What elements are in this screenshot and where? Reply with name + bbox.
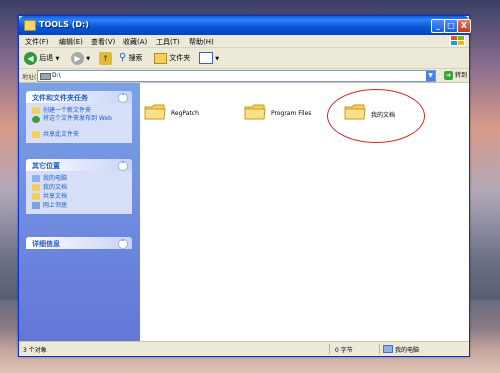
close-button[interactable]: X	[457, 19, 471, 33]
collapse-chevron-icon[interactable]: ˆ	[118, 161, 128, 171]
place-label: 我的文档	[43, 184, 68, 191]
minimize-button[interactable]: _	[431, 19, 445, 33]
computer-icon	[383, 345, 393, 353]
menu-bar: 文件(F) 编辑(E) 查看(V) 收藏(A) 工具(T) 帮助(H)	[19, 35, 469, 48]
toolbar: ◀ 后退 ▼ ▶ ▼ ↑ ⚲ 搜索 文件夹 ▼	[19, 48, 469, 69]
share-folder-icon	[32, 131, 40, 138]
task-label: 共享此文件夹	[43, 131, 80, 138]
folder-name: RegPatch	[171, 110, 199, 117]
documents-icon	[32, 184, 40, 191]
file-list: RegPatch Program Files 我的文档	[140, 83, 469, 349]
go-arrow-icon: ➜	[444, 71, 454, 80]
web-publish-icon	[32, 116, 40, 123]
place-label: 共享文档	[43, 193, 68, 200]
folders-label: 文件夹	[169, 54, 191, 62]
address-dropdown-icon[interactable]: ▼	[426, 71, 435, 81]
go-button[interactable]: ➜ 转到	[444, 70, 467, 81]
panel-title: 其它位置	[32, 162, 60, 170]
search-icon: ⚲	[119, 52, 127, 63]
drive-small-icon	[40, 73, 51, 80]
computer-icon	[32, 175, 40, 182]
menu-tools[interactable]: 工具(T)	[156, 37, 180, 47]
up-button[interactable]: ↑	[99, 51, 112, 65]
search-label: 搜索	[128, 54, 143, 62]
title-bar[interactable]: TOOLS (D:) _ □ X	[19, 16, 471, 35]
menu-edit[interactable]: 编辑(E)	[59, 37, 83, 47]
back-label: 后退	[39, 54, 54, 62]
place-my-computer[interactable]: 我的电脑	[32, 174, 128, 183]
shared-folder-icon	[32, 193, 40, 200]
back-dropdown-icon[interactable]: ▼	[55, 56, 59, 62]
file-folder-tasks-panel: 文件和文件夹任务 ˆ 创建一个新文件夹 将这个文件夹发布到 Web 共享此文件夹	[26, 91, 132, 143]
maximize-button[interactable]: □	[444, 19, 458, 33]
folders-icon	[154, 52, 167, 64]
folders-button[interactable]: 文件夹	[154, 51, 190, 65]
go-label: 转到	[454, 72, 467, 79]
panel-title: 文件和文件夹任务	[32, 94, 88, 102]
location-label: 我的电脑	[395, 347, 420, 354]
window-title: TOOLS (D:)	[39, 20, 89, 29]
status-bar: 3 个对象 0 字节 我的电脑	[19, 341, 469, 356]
network-icon	[32, 202, 40, 209]
panel-title: 详细信息	[32, 240, 60, 248]
views-button[interactable]: ▼	[199, 51, 219, 65]
task-publish-web[interactable]: 将这个文件夹发布到 Web	[32, 115, 128, 130]
explorer-window: TOOLS (D:) _ □ X 文件(F) 编辑(E) 查看(V) 收藏(A)…	[18, 15, 471, 357]
up-folder-icon: ↑	[99, 51, 112, 65]
task-pane: 文件和文件夹任务 ˆ 创建一个新文件夹 将这个文件夹发布到 Web 共享此文件夹	[19, 83, 140, 349]
details-panel: 详细信息 ˇ	[26, 237, 132, 249]
task-new-folder[interactable]: 创建一个新文件夹	[32, 106, 128, 115]
place-label: 网上邻居	[43, 202, 68, 209]
address-value: D:\	[52, 72, 61, 79]
task-label: 将这个文件夹发布到 Web	[43, 115, 112, 122]
forward-button[interactable]: ▶ ▼	[71, 51, 90, 65]
panel-header[interactable]: 文件和文件夹任务 ˆ	[26, 91, 132, 103]
object-count: 3 个对象	[23, 347, 47, 354]
menu-file[interactable]: 文件(F)	[25, 37, 49, 47]
views-icon	[199, 52, 213, 64]
place-my-documents[interactable]: 我的文档	[32, 183, 128, 192]
place-label: 我的电脑	[43, 175, 68, 182]
folder-icon	[244, 104, 266, 120]
collapse-chevron-icon[interactable]: ˆ	[118, 93, 128, 103]
address-bar: 地址(D) D:\ ▼ ➜ 转到	[19, 69, 469, 83]
expand-chevron-icon[interactable]: ˇ	[118, 239, 128, 249]
back-arrow-icon: ◀	[24, 51, 37, 65]
status-divider	[379, 344, 380, 354]
highlight-circle-annotation	[327, 89, 425, 143]
views-dropdown-icon[interactable]: ▼	[215, 56, 219, 62]
panel-header[interactable]: 详细信息 ˇ	[26, 237, 132, 249]
menu-view[interactable]: 查看(V)	[91, 37, 115, 47]
menu-help[interactable]: 帮助(H)	[189, 37, 214, 47]
new-folder-icon	[32, 107, 40, 114]
address-input[interactable]: D:\ ▼	[37, 70, 436, 82]
back-button[interactable]: ◀ 后退 ▼	[24, 51, 59, 65]
status-divider	[329, 344, 330, 354]
forward-dropdown-icon[interactable]: ▼	[86, 56, 90, 62]
other-places-panel: 其它位置 ˆ 我的电脑 我的文档 共享文档 网上邻居	[26, 159, 132, 214]
place-shared-documents[interactable]: 共享文档	[32, 192, 128, 201]
menu-favorites[interactable]: 收藏(A)	[123, 37, 147, 47]
task-share-folder[interactable]: 共享此文件夹	[32, 130, 128, 139]
search-button[interactable]: ⚲ 搜索	[119, 51, 143, 65]
task-label: 创建一个新文件夹	[43, 107, 92, 114]
windows-logo-icon	[449, 35, 465, 46]
folder-name: Program Files	[271, 110, 312, 117]
folder-icon	[144, 104, 166, 120]
drive-icon	[24, 20, 36, 31]
forward-arrow-icon: ▶	[71, 51, 84, 65]
place-network[interactable]: 网上邻居	[32, 201, 128, 210]
total-size: 0 字节	[335, 347, 353, 354]
panel-header[interactable]: 其它位置 ˆ	[26, 159, 132, 171]
